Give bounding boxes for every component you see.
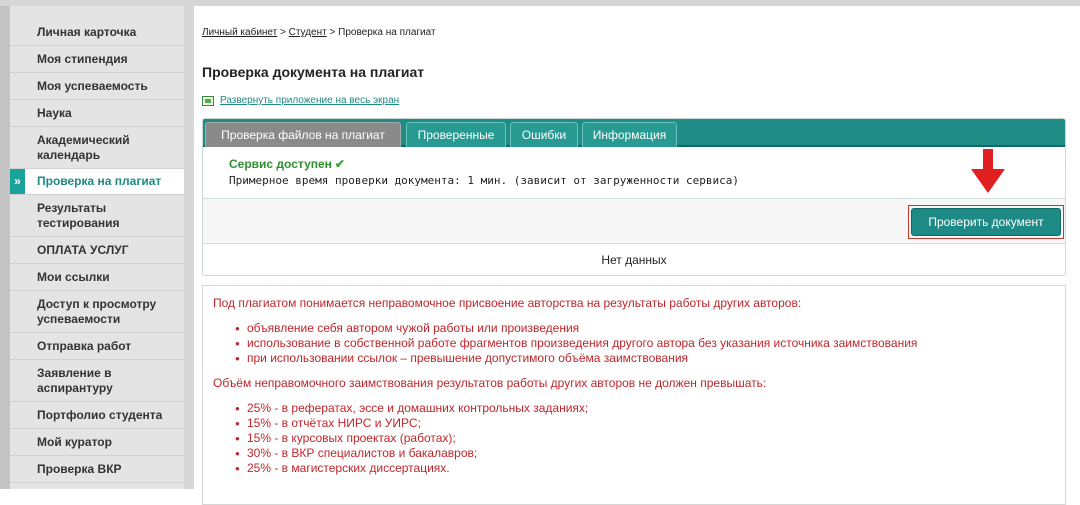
service-status: Сервис доступен ✔ Примерное время проверк…	[229, 157, 739, 187]
list-item: 25% - в рефератах, эссе и домашних контр…	[235, 401, 1055, 416]
breadcrumb-current: Проверка на плагиат	[338, 27, 436, 38]
list-item: использование в собственной работе фрагм…	[235, 336, 1055, 351]
list-item: 30% - в ВКР специалистов и бакалавров;	[235, 446, 1055, 461]
plagiarism-info: Под плагиатом понимается неправомочное п…	[202, 285, 1066, 505]
sidebar-item-progress-access[interactable]: Доступ к просмотру успеваемости	[10, 291, 184, 333]
tab-information[interactable]: Информация	[582, 122, 677, 147]
sidebar-item-personal-card[interactable]: Личная карточка	[10, 19, 184, 46]
sidebar-item-science[interactable]: Наука	[10, 100, 184, 127]
breadcrumb-link-student[interactable]: Студент	[289, 27, 327, 38]
breadcrumb: Личный кабинет > Студент > Проверка на п…	[202, 27, 436, 38]
sidebar-menu: Личная карточка Моя стипендия Моя успева…	[10, 19, 184, 483]
list-item: 25% - в магистерских диссертациях.	[235, 461, 1055, 476]
sidebar-item-academic-calendar[interactable]: Академический календарь	[10, 127, 184, 169]
sidebar: Личная карточка Моя стипендия Моя успева…	[0, 6, 194, 489]
info-list-2: 25% - в рефератах, эссе и домашних контр…	[213, 401, 1055, 476]
sidebar-item-payment[interactable]: ОПЛАТА УСЛУГ	[10, 237, 184, 264]
check-button-highlight: Проверить документ	[908, 205, 1064, 239]
breadcrumb-link-cabinet[interactable]: Личный кабинет	[202, 27, 277, 38]
red-arrow-down-icon	[971, 149, 1005, 193]
sidebar-item-plagiarism-check[interactable]: » Проверка на плагиат	[10, 169, 184, 195]
sidebar-item-my-links[interactable]: Мои ссылки	[10, 264, 184, 291]
info-intro: Под плагиатом понимается неправомочное п…	[213, 296, 802, 310]
sidebar-item-test-results[interactable]: Результаты тестирования	[10, 195, 184, 237]
list-item: объявление себя автором чужой работы или…	[235, 321, 1055, 336]
info-list-1: объявление себя автором чужой работы или…	[213, 321, 1055, 366]
status-message: Примерное время проверки документа: 1 ми…	[229, 174, 739, 187]
sidebar-item-vkr-check[interactable]: Проверка ВКР	[10, 456, 184, 483]
sidebar-item-scholarship[interactable]: Моя стипендия	[10, 46, 184, 73]
tab-errors[interactable]: Ошибки	[510, 122, 578, 147]
expand-fullscreen: Развернуть приложение на весь экран	[202, 95, 399, 106]
status-title: Сервис доступен	[229, 157, 332, 171]
check-panel: Проверка файлов на плагиат Проверенные О…	[202, 118, 1066, 276]
fullscreen-icon	[202, 95, 214, 106]
tab-bar: Проверка файлов на плагиат Проверенные О…	[203, 119, 1065, 147]
page-title: Проверка документа на плагиат	[202, 64, 425, 80]
list-item: 15% - в отчётах НИРС и УИРС;	[235, 416, 1055, 431]
sidebar-item-portfolio[interactable]: Портфолио студента	[10, 402, 184, 429]
sidebar-item-curator[interactable]: Мой куратор	[10, 429, 184, 456]
check-document-button[interactable]: Проверить документ	[911, 208, 1061, 236]
info-limit-intro: Объём неправомочного заимствования резул…	[213, 376, 767, 390]
active-marker-icon: »	[10, 169, 25, 194]
sidebar-item-postgrad-application[interactable]: Заявление в аспирантуру	[10, 360, 184, 402]
no-data-text: Нет данных	[601, 252, 667, 267]
list-item: при использовании ссылок – превышение до…	[235, 351, 1055, 366]
sidebar-item-send-works[interactable]: Отправка работ	[10, 333, 184, 360]
checkmark-icon: ✔	[334, 157, 345, 171]
tab-check-files[interactable]: Проверка файлов на плагиат	[205, 122, 401, 147]
tab-checked[interactable]: Проверенные	[406, 122, 506, 147]
sidebar-item-progress[interactable]: Моя успеваемость	[10, 73, 184, 100]
expand-fullscreen-link[interactable]: Развернуть приложение на весь экран	[220, 95, 399, 106]
list-item: 15% - в курсовых проектах (работах);	[235, 431, 1055, 446]
